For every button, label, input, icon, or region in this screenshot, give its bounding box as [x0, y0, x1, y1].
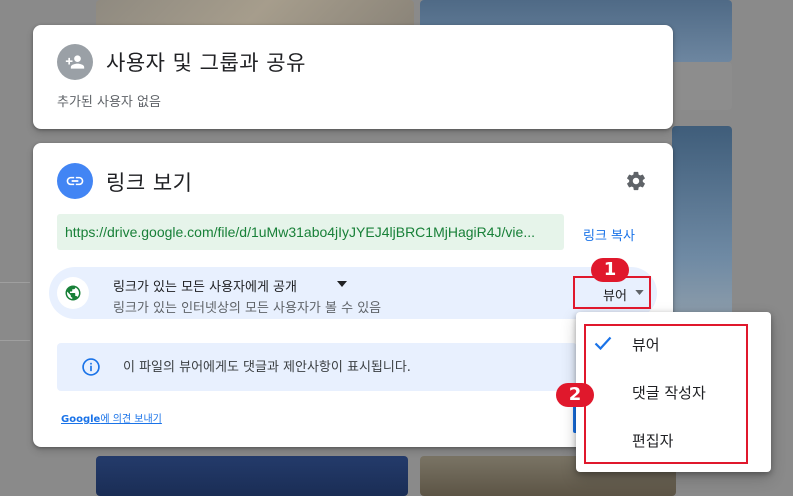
menu-item-label: 댓글 작성자 [632, 384, 706, 402]
info-icon [82, 358, 100, 376]
menu-item-editor[interactable]: 편집자 [576, 418, 771, 462]
access-scope-dropdown[interactable]: 링크가 있는 모든 사용자에게 공개 [113, 276, 297, 295]
role-dropdown-label: 뷰어 [603, 289, 627, 304]
feedback-text: 에 의견 보내기 [100, 414, 162, 425]
menu-item-commenter[interactable]: 댓글 작성자 [576, 370, 771, 414]
share-people-card[interactable]: 사용자 및 그룹과 공유 추가된 사용자 없음 [33, 25, 673, 129]
globe-icon [57, 277, 89, 309]
share-card-subtitle: 추가된 사용자 없음 [57, 95, 161, 110]
send-feedback-link[interactable]: Google에 의견 보내기 [61, 410, 162, 425]
caret-down-icon [635, 290, 644, 295]
role-dropdown-button[interactable]: 뷰어 [591, 280, 651, 306]
menu-item-label: 편집자 [632, 432, 674, 450]
menu-item-label: 뷰어 [632, 336, 660, 354]
role-menu: 뷰어 댓글 작성자 편집자 [576, 312, 771, 472]
annotation-badge-1: 1 [591, 258, 629, 282]
menu-item-viewer[interactable]: 뷰어 [576, 322, 771, 366]
link-url-field[interactable]: https://drive.google.com/file/d/1uMw31ab… [57, 214, 564, 250]
general-access-row: 링크가 있는 모든 사용자에게 공개 링크가 있는 인터넷상의 모든 사용자가 … [49, 267, 657, 319]
file-thumbnail [96, 456, 408, 496]
link-card-title: 링크 보기 [106, 171, 193, 195]
share-card-title: 사용자 및 그룹과 공유 [106, 51, 306, 75]
divider [0, 340, 30, 341]
link-icon [57, 163, 93, 199]
gear-icon[interactable] [625, 170, 647, 192]
divider [0, 282, 30, 283]
info-banner: 이 파일의 뷰어에게도 댓글과 제안사항이 표시됩니다. [57, 343, 577, 391]
feedback-brand: Google [61, 414, 101, 425]
caret-down-icon[interactable] [337, 281, 347, 287]
access-scope-description: 링크가 있는 인터넷상의 모든 사용자가 볼 수 있음 [113, 301, 382, 316]
person-add-icon [57, 44, 93, 80]
annotation-badge-2: 2 [556, 383, 594, 407]
copy-link-button[interactable]: 링크 복사 [583, 225, 635, 244]
info-banner-text: 이 파일의 뷰어에게도 댓글과 제안사항이 표시됩니다. [123, 360, 411, 375]
check-icon [594, 336, 612, 350]
